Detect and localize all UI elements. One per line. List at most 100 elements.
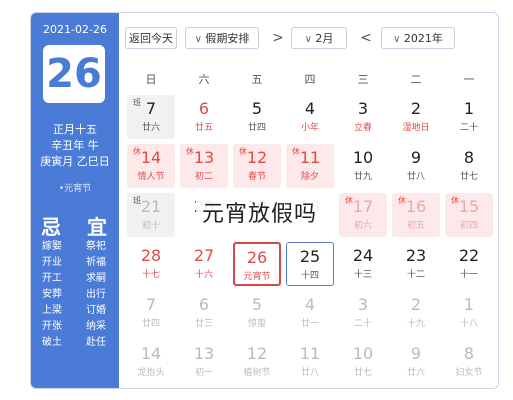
day-cell[interactable]: 8 廿七 bbox=[445, 144, 493, 188]
day-cell[interactable]: 13 初二休 bbox=[180, 144, 228, 188]
day-cell[interactable]: 15 初四休 bbox=[445, 193, 493, 237]
lunar-day-label: 惊蛰 bbox=[247, 319, 266, 329]
day-cell[interactable]: 26 元宵节 bbox=[233, 242, 281, 286]
day-cell[interactable]: 5 廿四 bbox=[233, 95, 281, 139]
weekday-label: 一 bbox=[463, 73, 475, 86]
day-cell[interactable]: 8 妇女节 bbox=[445, 340, 493, 384]
day-cell[interactable]: 9 廿八 bbox=[392, 144, 440, 188]
yi-item: 订婚 bbox=[86, 305, 106, 316]
day-cell[interactable]: 17 初六休 bbox=[339, 193, 387, 237]
lunar-day-label: 初四 bbox=[459, 221, 478, 231]
festival-tag: •元宵节 bbox=[58, 184, 92, 194]
day-cell[interactable]: 22 十一 bbox=[445, 242, 493, 286]
day-cell[interactable]: 2 湿地日 bbox=[392, 95, 440, 139]
day-cell[interactable]: 6 廿三 bbox=[180, 291, 228, 335]
holiday-badge: 休 bbox=[133, 147, 141, 156]
ji-item: 上梁 bbox=[42, 305, 62, 316]
day-cell[interactable]: 12 植树节 bbox=[233, 340, 281, 384]
day-number: 23 bbox=[405, 246, 427, 265]
lunar-day-label: 廿四 bbox=[247, 123, 266, 133]
day-number: 27 bbox=[193, 246, 215, 265]
day-number: 2 bbox=[410, 295, 422, 314]
holiday-badge: 休 bbox=[292, 147, 300, 156]
next-month-button[interactable]: > bbox=[271, 27, 285, 49]
day-number: 3 bbox=[357, 295, 369, 314]
yi-label: 宜 bbox=[87, 215, 107, 239]
day-cell[interactable]: 1 十八 bbox=[445, 291, 493, 335]
day-cell[interactable]: 4 廿一 bbox=[286, 291, 334, 335]
yi-item: 祈福 bbox=[86, 257, 106, 268]
month-select[interactable]: ∨ 2月 bbox=[291, 27, 347, 49]
month-select-label: 2月 bbox=[315, 32, 334, 45]
weekday-label: 三 bbox=[357, 73, 369, 86]
day-cell[interactable]: 9 廿六 bbox=[392, 340, 440, 384]
day-number: 9 bbox=[410, 148, 422, 167]
day-cell[interactable]: 14 情人节休 bbox=[127, 144, 175, 188]
day-cell[interactable]: 10 廿九 bbox=[339, 144, 387, 188]
day-cell[interactable]: 7 廿四 bbox=[127, 291, 175, 335]
lunar-day-label: 廿六 bbox=[141, 123, 160, 133]
weekday-header: 日六五四三二一 bbox=[125, 71, 495, 89]
day-number: 8 bbox=[463, 344, 475, 363]
day-cell[interactable]: 6 廿五 bbox=[180, 95, 228, 139]
lunar-day-label: 廿六 bbox=[406, 368, 425, 378]
lunar-day-label: 初六 bbox=[353, 221, 372, 231]
day-cell[interactable]: 14 龙抬头 bbox=[127, 340, 175, 384]
day-number: 4 bbox=[304, 295, 316, 314]
day-cell[interactable]: 1 二十 bbox=[445, 95, 493, 139]
yi-item: 出行 bbox=[86, 289, 106, 300]
day-cell[interactable]: 11 廿八 bbox=[286, 340, 334, 384]
lunar-day-label: 十八 bbox=[459, 319, 478, 329]
day-cell[interactable]: 23 十二 bbox=[392, 242, 440, 286]
lunar-day-label: 初五 bbox=[406, 221, 425, 231]
day-cell[interactable]: 7 廿六班 bbox=[127, 95, 175, 139]
day-cell[interactable]: 24 十三 bbox=[339, 242, 387, 286]
day-number: 14 bbox=[140, 344, 162, 363]
day-cell[interactable]: 2 十九 bbox=[392, 291, 440, 335]
day-cell[interactable]: 12 春节休 bbox=[233, 144, 281, 188]
prev-month-button[interactable]: < bbox=[359, 27, 373, 49]
holiday-select[interactable]: ∨ 假期安排 bbox=[185, 27, 259, 49]
lunar-day-label: 廿九 bbox=[353, 172, 372, 182]
day-number: 13 bbox=[193, 344, 215, 363]
day-number: 2 bbox=[410, 99, 422, 118]
lunar-day-label: 十六 bbox=[194, 270, 213, 280]
day-cell[interactable]: 25 十四 bbox=[286, 242, 334, 286]
day-cell[interactable]: 4 小年 bbox=[286, 95, 334, 139]
selected-day-number: 26 bbox=[43, 45, 105, 103]
day-info-panel: 2021-02-26 26 正月十五 辛丑年 牛 庚寅月 乙巳日 •元宵节 忌 … bbox=[31, 13, 119, 388]
year-select[interactable]: ∨ 2021年 bbox=[381, 27, 455, 49]
day-number: 12 bbox=[246, 344, 268, 363]
day-cell[interactable]: 13 初一 bbox=[180, 340, 228, 384]
ji-item: 安葬 bbox=[42, 289, 62, 300]
day-number: 6 bbox=[198, 295, 210, 314]
holiday-badge: 休 bbox=[451, 196, 459, 205]
day-cell[interactable]: 28 十七 bbox=[127, 242, 175, 286]
day-cell[interactable]: 3 立春 bbox=[339, 95, 387, 139]
day-cell[interactable]: 27 十六 bbox=[180, 242, 228, 286]
lunar-day-label: 廿七 bbox=[459, 172, 478, 182]
day-number: 25 bbox=[299, 247, 321, 266]
chevron-down-icon: ∨ bbox=[304, 34, 312, 45]
day-cell[interactable]: 10 廿七 bbox=[339, 340, 387, 384]
day-number: 26 bbox=[246, 248, 268, 267]
day-cell[interactable]: 11 除夕休 bbox=[286, 144, 334, 188]
lunar-day-label: 廿一 bbox=[300, 319, 319, 329]
day-cell[interactable]: 16 初五休 bbox=[392, 193, 440, 237]
day-number: 4 bbox=[304, 99, 316, 118]
day-cell[interactable]: 3 二十 bbox=[339, 291, 387, 335]
day-number: 28 bbox=[140, 246, 162, 265]
day-number: 5 bbox=[251, 99, 263, 118]
ji-item: 嫁娶 bbox=[42, 241, 62, 252]
day-cell[interactable]: 21 初十班 bbox=[127, 193, 175, 237]
weekday-label: 二 bbox=[410, 73, 422, 86]
lunar-day-label: 廿七 bbox=[353, 368, 372, 378]
lunar-date: 正月十五 bbox=[53, 123, 97, 136]
yi-list: 祭祀 祈福 求嗣 出行 订婚 纳采 赴任 bbox=[79, 239, 113, 351]
day-number: 3 bbox=[357, 99, 369, 118]
day-cell[interactable]: 5 惊蛰 bbox=[233, 291, 281, 335]
lunar-day-label: 春节 bbox=[247, 172, 266, 182]
ji-item: 开业 bbox=[42, 257, 62, 268]
back-to-today-button[interactable]: 返回今天 bbox=[125, 27, 177, 49]
lunar-day-label: 植树节 bbox=[243, 368, 271, 378]
